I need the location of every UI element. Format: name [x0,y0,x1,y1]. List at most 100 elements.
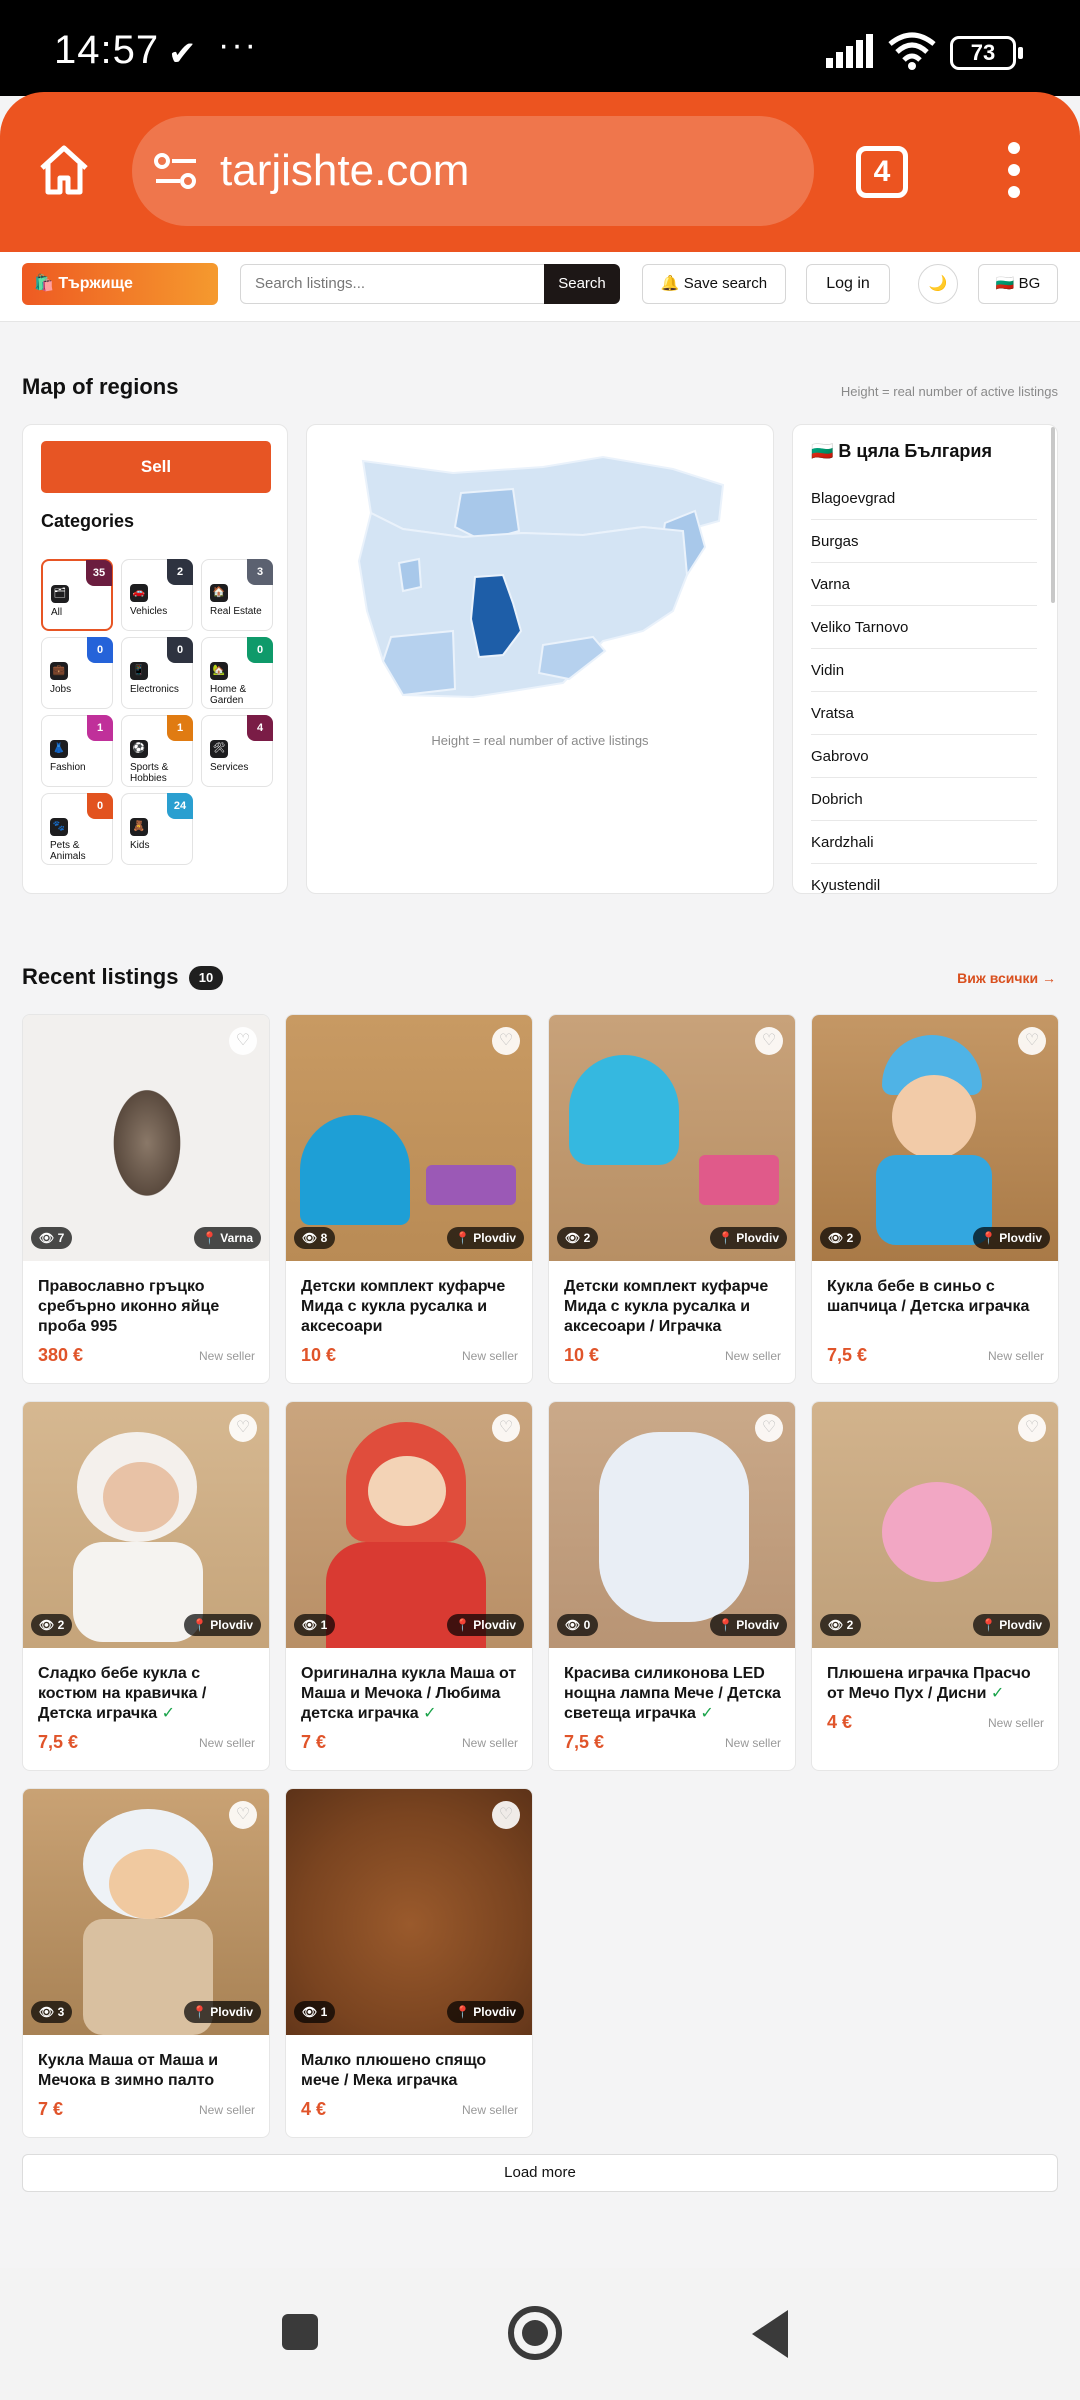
region-item[interactable]: Kyustendil [811,864,1037,893]
map-region-blagoevgrad[interactable] [381,629,457,697]
favorite-heart-icon[interactable]: ♡ [492,1027,520,1055]
region-item[interactable]: Veliko Tarnovo [811,606,1037,649]
seller-label: New seller [987,1349,1044,1363]
category-vehicles[interactable]: 🚗 Vehicles 2 [121,559,193,631]
views-badge: 👁 1 [294,2001,336,2023]
listing-photo[interactable] [286,1789,532,2035]
see-all-link[interactable]: Виж всички → [957,970,1056,986]
favorite-heart-icon[interactable]: ♡ [755,1414,783,1442]
listing-title-text: Оригинална кукла Маша от Маша и Мечока /… [301,1665,517,1722]
regions-scrollbar[interactable] [1051,427,1055,603]
favorite-heart-icon[interactable]: ♡ [229,1027,257,1055]
listing-title[interactable]: Сладко бебе кукла с костюм на кравичка /… [38,1664,260,1724]
region-item[interactable]: Gabrovo [811,735,1037,778]
map-region-sofia[interactable] [397,557,423,593]
category-kids[interactable]: 🧸 Kids 24 [121,793,193,865]
category-all[interactable]: 🗂 All 35 [41,559,113,631]
listing-photo[interactable] [549,1015,795,1261]
map-region-kardzhali[interactable] [537,635,607,681]
category-real-estate[interactable]: 🏠 Real Estate 3 [201,559,273,631]
search-input[interactable]: Search listings... [240,264,546,304]
site-logo[interactable]: 🛍️ Тържище [22,263,218,305]
browser-menu-icon[interactable] [1000,142,1028,202]
region-item[interactable]: Burgas [811,520,1037,563]
listing-card[interactable]: ♡ 👁 1 📍 Plovdiv Оригинална кукла Маша от Ма… [285,1401,533,1771]
region-item[interactable]: Kardzhali [811,821,1037,864]
listing-photo[interactable] [23,1402,269,1648]
listing-card[interactable]: ♡ 👁 7 📍 Varna Православно гръцко сребърно и… [22,1014,270,1384]
region-item[interactable]: Vratsa [811,692,1037,735]
category-fashion[interactable]: 👗 Fashion 1 [41,715,113,787]
listing-card[interactable]: ♡ 👁 2 📍 Plovdiv Детски комплект куфарче Мид… [548,1014,796,1384]
category-icon: 🧸 [130,818,148,836]
login-button[interactable]: Log in [806,264,890,304]
favorite-heart-icon[interactable]: ♡ [492,1414,520,1442]
favorite-heart-icon[interactable]: ♡ [492,1801,520,1829]
load-more-button[interactable]: Load more [22,2154,1058,2192]
favorite-heart-icon[interactable]: ♡ [229,1414,257,1442]
listing-photo[interactable] [23,1789,269,2035]
theme-toggle-icon[interactable]: 🌙 [918,264,958,304]
region-item[interactable]: Vidin [811,649,1037,692]
category-count-badge: 24 [167,793,193,819]
listing-photo[interactable] [812,1015,1058,1261]
listing-photo[interactable] [549,1402,795,1648]
category-jobs[interactable]: 💼 Jobs 0 [41,637,113,709]
category-pets-animals[interactable]: 🐾 Pets & Animals 0 [41,793,113,865]
listing-photo[interactable] [23,1015,269,1261]
favorite-heart-icon[interactable]: ♡ [229,1801,257,1829]
category-label: Jobs [50,684,72,695]
seller-label: New seller [724,1349,781,1363]
region-item[interactable]: Varna [811,563,1037,606]
listing-title[interactable]: Малко плюшено спящо мече / Мека играчка [301,2051,523,2091]
favorite-heart-icon[interactable]: ♡ [1018,1414,1046,1442]
sell-button[interactable]: Sell [41,441,271,493]
listing-card[interactable]: ♡ 👁 2 📍 Plovdiv Плюшена играчка Прасчо от М… [811,1401,1059,1771]
tab-switcher-button[interactable]: 4 [856,146,908,198]
category-label: All [51,607,63,618]
listing-card[interactable]: ♡ 👁 2 📍 Plovdiv Сладко бебе кукла с костюм … [22,1401,270,1771]
back-icon[interactable] [752,2310,788,2358]
listing-card[interactable]: ♡ 👁 2 📍 Plovdiv Кукла бебе в синьо с шапчиц… [811,1014,1059,1384]
listing-card[interactable]: ♡ 👁 1 📍 Plovdiv Малко плюшено спящо мече / … [285,1788,533,2138]
language-selector[interactable]: 🇧🇬 BG [978,264,1058,304]
listing-card[interactable]: ♡ 👁 0 📍 Plovdiv Красива силиконова LED нощн… [548,1401,796,1771]
listing-photo[interactable] [812,1402,1058,1648]
save-search-button[interactable]: 🔔 Save search [642,264,786,304]
regions-title[interactable]: 🇧🇬 В цяла България [811,441,992,462]
search-button[interactable]: Search [544,264,620,304]
listing-title[interactable]: Православно гръцко сребърно иконно яйце … [38,1277,260,1337]
listing-title[interactable]: Оригинална кукла Маша от Маша и Мечока /… [301,1664,523,1724]
listing-card[interactable]: ♡ 👁 3 📍 Plovdiv Кукла Маша от Маша и Мечока… [22,1788,270,2138]
recents-icon[interactable] [282,2314,318,2350]
category-count-badge: 3 [247,559,273,585]
region-item[interactable]: Blagoevgrad [811,477,1037,520]
category-home-garden[interactable]: 🏡 Home & Garden 0 [201,637,273,709]
category-electronics[interactable]: 📱 Electronics 0 [121,637,193,709]
home-icon[interactable] [36,142,92,198]
listing-card[interactable]: ♡ 👁 8 📍 Plovdiv Детски комплект куфарче Мид… [285,1014,533,1384]
listing-title[interactable]: Красива силиконова LED нощна лампа Мече … [564,1664,786,1724]
site-settings-icon[interactable] [154,152,198,190]
home-button-icon[interactable] [508,2306,562,2360]
favorite-heart-icon[interactable]: ♡ [755,1027,783,1055]
map-section-hint: Height = real number of active listings [840,384,1058,399]
category-icon: 🛠 [210,740,228,758]
verified-check-icon: ✓ [990,1685,1005,1702]
listing-title[interactable]: Кукла Маша от Маша и Мечока в зимно палт… [38,2051,260,2091]
seller-label: New seller [461,1349,518,1363]
listing-title[interactable]: Детски комплект куфарче Мида с кукла рус… [301,1277,523,1337]
listing-title[interactable]: Плюшена играчка Прасчо от Мечо Пух / Дис… [827,1664,1049,1704]
bulgaria-map [357,455,725,699]
favorite-heart-icon[interactable]: ♡ [1018,1027,1046,1055]
listing-title[interactable]: Детски комплект куфарче Мида с кукла рус… [564,1277,786,1337]
listing-photo[interactable] [286,1015,532,1261]
views-badge: 👁 2 [557,1227,599,1249]
views-badge: 👁 3 [31,2001,73,2023]
category-sports-hobbies[interactable]: ⚽ Sports & Hobbies 1 [121,715,193,787]
category-services[interactable]: 🛠 Services 4 [201,715,273,787]
listing-title[interactable]: Кукла бебе в синьо с шапчица / Детска иг… [827,1277,1049,1317]
address-bar[interactable]: tarjishte.com [132,116,814,226]
listing-photo[interactable] [286,1402,532,1648]
region-item[interactable]: Dobrich [811,778,1037,821]
